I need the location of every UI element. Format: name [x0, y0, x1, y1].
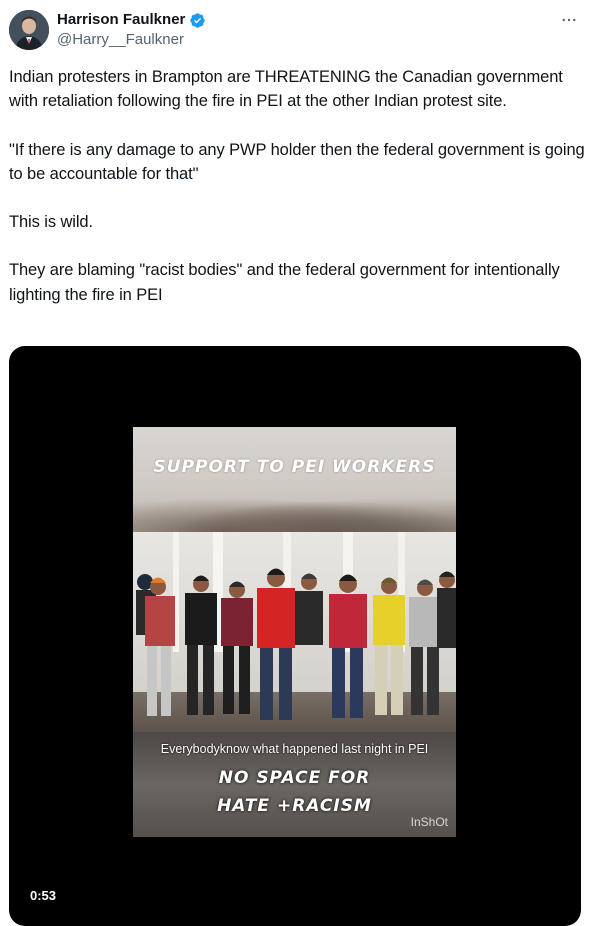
video-frame: SUPPORT TO PEI WORKERS Everybodyknow wha… [133, 427, 456, 837]
video-title-overlay: SUPPORT TO PEI WORKERS [153, 457, 436, 477]
blurred-background [133, 492, 456, 532]
tweet-paragraph: "If there is any damage to any PWP holde… [9, 140, 585, 183]
tweet-card[interactable]: Harrison Faulkner @Harry__Faulkner India… [0, 0, 591, 926]
avatar-image [9, 10, 49, 50]
video-duration-badge: 0:53 [25, 887, 62, 905]
author-handle[interactable]: @Harry__Faulkner [57, 31, 184, 49]
video-caption: Everybodyknow what happened last night i… [160, 742, 429, 756]
author-avatar[interactable] [9, 10, 49, 50]
more-horizontal-icon[interactable] [559, 10, 579, 30]
video-top-section: SUPPORT TO PEI WORKERS [133, 427, 456, 532]
verified-badge-icon [189, 12, 206, 29]
video-overlay-line-2: HATE +RACISM [217, 796, 372, 816]
video-overlay-line-1: NO SPACE FOR [218, 768, 371, 788]
author-display-name[interactable]: Harrison Faulkner [57, 11, 185, 29]
video-watermark: InShOt [410, 815, 448, 829]
video-bottom-section: Everybodyknow what happened last night i… [133, 732, 456, 837]
tweet-paragraph: They are blaming "racist bodies" and the… [9, 261, 560, 304]
video-group-photo [133, 532, 456, 732]
author-name-row[interactable]: Harrison Faulkner [57, 11, 206, 29]
tweet-paragraph: This is wild. [9, 213, 93, 232]
video-player[interactable]: SUPPORT TO PEI WORKERS Everybodyknow wha… [9, 346, 581, 926]
tweet-paragraph: Indian protesters in Brampton are THREAT… [9, 68, 563, 111]
tweet-text: Indian protesters in Brampton are THREAT… [9, 65, 587, 307]
